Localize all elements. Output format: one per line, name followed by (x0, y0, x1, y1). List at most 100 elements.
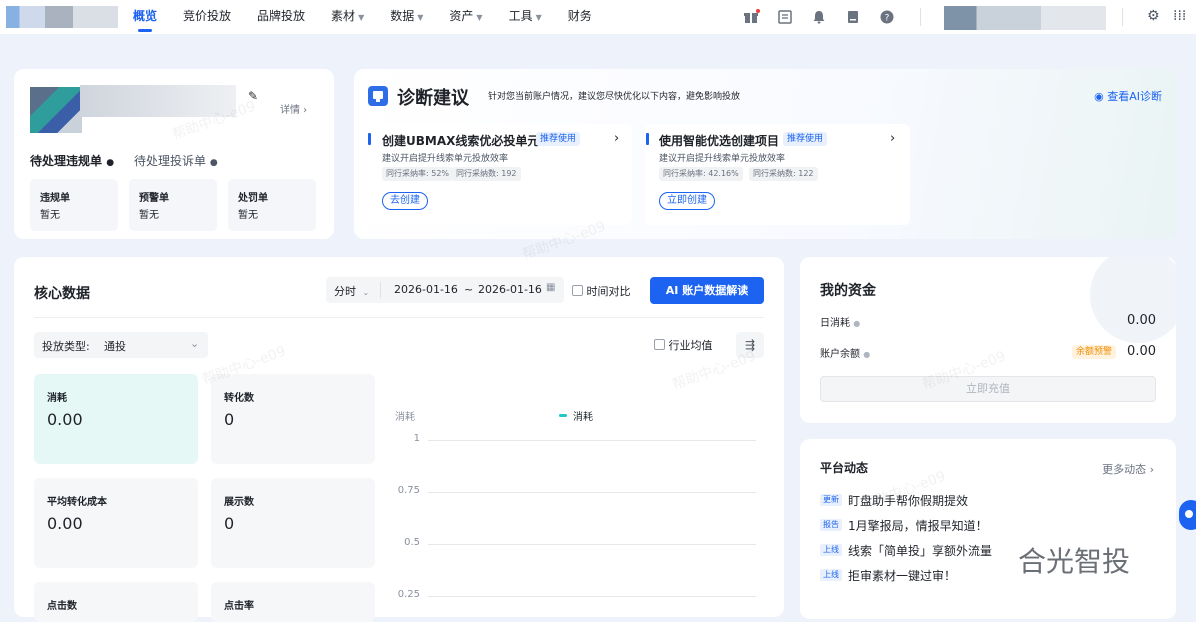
nav-data[interactable]: 数据 ▼ (380, 0, 433, 34)
suggestion-title: 使用智能优选创建项目 (659, 134, 780, 148)
ai-link-label: 查看AI诊断 (1107, 90, 1162, 103)
chart-y-tick-label: 0.5 (404, 537, 420, 548)
settings-icon[interactable]: ⚙ (1147, 8, 1160, 24)
chevron-down-icon: ⌄ (190, 337, 200, 350)
metric-value: 0.00 (47, 514, 83, 533)
calendar-icon: ▦ (546, 282, 556, 293)
divider (34, 317, 764, 318)
detail-link[interactable]: 详情 › (280, 101, 307, 116)
apps-grid-icon[interactable]: ⁞⁞⁞ (1173, 8, 1186, 24)
metric-card-ctr[interactable]: 点击率 (211, 582, 375, 622)
chart-gridline (428, 492, 756, 493)
metric-card-conversions[interactable]: 转化数 0 (211, 374, 375, 464)
core-data-card: 核心数据 分时 ⌄ 2026-01-16 ~ 2026-01-16 ▦ 时间对比… (14, 257, 784, 622)
industry-average-checkbox[interactable]: 行业均值 (654, 337, 713, 353)
help-icon[interactable]: ? (878, 9, 895, 26)
help-icon: ● (863, 350, 871, 359)
nav-assets[interactable]: 资产 ▼ (439, 0, 492, 34)
date-end[interactable]: 2026-01-16 (478, 283, 542, 296)
date-start[interactable]: 2026-01-16 (394, 283, 458, 296)
stat-value: 暂无 (139, 210, 159, 221)
filter-settings-icon[interactable]: ⇶ (736, 332, 764, 358)
ai-interpret-button[interactable]: AI 账户数据解读 (650, 277, 764, 304)
stat-label: 预警单 (139, 193, 169, 204)
suggestion-desc: 建议开启提升线索单元投放效率 (382, 154, 509, 164)
type-value: 通投 (104, 340, 126, 353)
accent-bar (368, 133, 371, 145)
metric-card-impressions[interactable]: 展示数 0 (211, 478, 375, 568)
avatar (30, 87, 82, 133)
news-tag: 上线 (820, 569, 842, 581)
stat-warning[interactable]: 预警单 暂无 (129, 179, 217, 231)
suggestion-card-1[interactable]: 创建UBMAX线索优必投单元 推荐使用 › 建议开启提升线索单元投放效率 同行采… (356, 124, 632, 225)
delivery-type-select[interactable]: 投放类型: 通投 ⌄ (34, 332, 208, 358)
create-now-button[interactable]: 立即创建 (659, 192, 715, 210)
adoption-count: 同行采纳数: 122 (749, 167, 818, 181)
news-item[interactable]: 上线 拒审素材一键过审！ (820, 567, 956, 583)
nav-finance[interactable]: 财务 (558, 0, 602, 34)
stat-value: 暂无 (40, 210, 60, 221)
legend-swatch (559, 414, 567, 417)
detail-label: 详情 (280, 105, 300, 116)
bell-icon[interactable] (810, 9, 827, 26)
edit-icon[interactable]: ✎ (248, 89, 258, 103)
nav-label: 品牌投放 (257, 9, 306, 23)
divider (380, 282, 381, 298)
gift-icon[interactable] (742, 8, 760, 26)
nav-label: 工具 (508, 9, 533, 23)
logo[interactable] (6, 6, 118, 28)
nav-label: 竞价投放 (183, 9, 232, 23)
metric-card-cost[interactable]: 消耗 0.00 (34, 374, 198, 464)
nav-label: 财务 (567, 9, 592, 23)
metric-card-avg-cost[interactable]: 平均转化成本 0.00 (34, 478, 198, 568)
more-news-link[interactable]: 更多动态 › (1102, 461, 1154, 477)
toolbar-icons: ? (742, 0, 895, 34)
create-button[interactable]: 去创建 (382, 192, 428, 210)
nav-overview[interactable]: 概览 (123, 0, 167, 34)
news-tag: 上线 (820, 544, 842, 556)
daily-label-text: 日消耗 (820, 318, 850, 329)
nav-brand[interactable]: 品牌投放 (247, 0, 315, 34)
nav-label: 素材 (331, 9, 356, 23)
granularity-label: 分时 (334, 285, 356, 298)
brand-watermark: 合光智投 (1018, 545, 1131, 578)
user-account-avatar[interactable] (944, 6, 1106, 30)
time-compare-checkbox[interactable]: 时间对比 (572, 283, 631, 299)
tab-violations[interactable]: 待处理违规单 ● (30, 152, 114, 169)
main-nav: 概览 竞价投放 品牌投放 素材 ▼ 数据 ▼ 资产 ▼ 工具 ▼ 财务 (123, 0, 608, 34)
balance-label: 账户余额 ● (820, 345, 870, 360)
legend-label: 消耗 (573, 412, 593, 423)
recharge-button[interactable]: 立即充值 (820, 376, 1156, 402)
chart-legend[interactable]: 消耗 (559, 408, 593, 423)
funds-card: 我的资金 日消耗 ● 0.00 账户余额 ● 余额预警 0.00 立即充值 (800, 257, 1176, 423)
tab-complaints[interactable]: 待处理投诉单 ● (134, 152, 218, 169)
diagnosis-title: 诊断建议 (397, 88, 469, 109)
divider (1122, 8, 1123, 26)
news-item[interactable]: 上线 线索「简单投」享额外流量 (820, 542, 992, 558)
suggestion-card-2[interactable]: 使用智能优选创建项目 推荐使用 › 建议开启提升线索单元投放效率 同行采纳率: … (645, 124, 910, 225)
granularity-select[interactable]: 分时 ⌄ (334, 283, 369, 299)
stat-violation[interactable]: 违规单 暂无 (30, 179, 118, 231)
assistant-icon[interactable] (1179, 500, 1196, 530)
metric-card-clicks[interactable]: 点击数 (34, 582, 198, 622)
chevron-right-icon[interactable]: › (614, 131, 619, 146)
metric-value: 0 (224, 514, 235, 533)
nav-materials[interactable]: 素材 ▼ (321, 0, 374, 34)
news-text: 拒审素材一键过审！ (848, 568, 957, 583)
chevron-down-icon: ⌄ (362, 288, 370, 297)
stat-penalty[interactable]: 处罚单 暂无 (228, 179, 316, 231)
news-item[interactable]: 更新 盯盘助手帮你假期提效 (820, 492, 968, 508)
list-icon[interactable] (776, 9, 793, 26)
balance-value: 0.00 (1127, 344, 1156, 359)
assistant-eye (1185, 510, 1193, 518)
date-range-picker[interactable]: 分时 ⌄ 2026-01-16 ~ 2026-01-16 ▦ (326, 277, 564, 303)
news-item[interactable]: 报告 1月擎报局，情报早知道！ (820, 517, 988, 533)
nav-label: 概览 (133, 9, 158, 23)
file-icon[interactable] (844, 9, 861, 26)
metric-value: 0.00 (47, 410, 83, 429)
nav-tools[interactable]: 工具 ▼ (499, 0, 552, 34)
chevron-right-icon[interactable]: › (890, 131, 895, 146)
nav-label: 资产 (449, 9, 474, 23)
ai-diagnosis-link[interactable]: ◉ 查看AI诊断 (1094, 88, 1162, 104)
nav-bidding[interactable]: 竞价投放 (173, 0, 241, 34)
